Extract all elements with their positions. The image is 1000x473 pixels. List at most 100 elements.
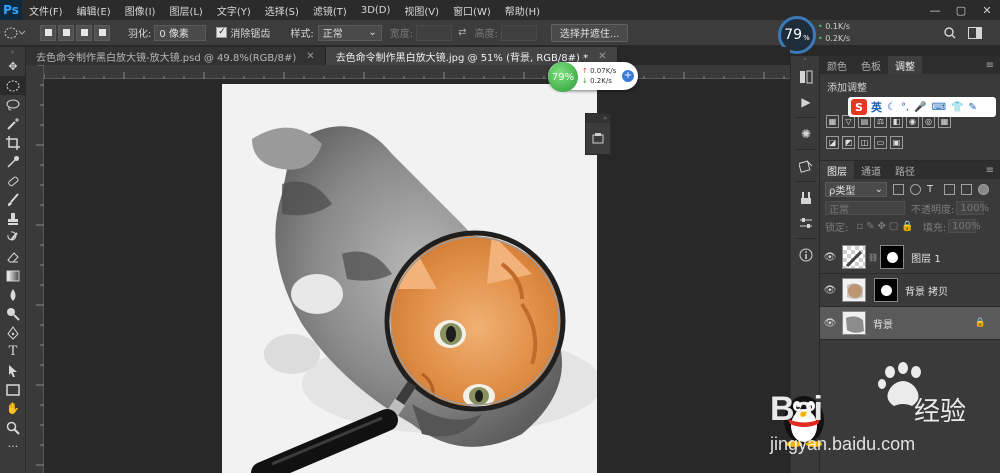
fill-input[interactable]: 100% — [948, 219, 981, 233]
threshold-adjustment-icon[interactable]: ◫ — [858, 136, 871, 149]
eraser-tool-icon[interactable] — [0, 247, 26, 266]
type-tool-icon[interactable]: T — [0, 342, 26, 361]
tab-layers[interactable]: 图层 — [820, 161, 854, 179]
clone-stamp-tool-icon[interactable] — [0, 209, 26, 228]
menu-edit[interactable]: 编辑(E) — [70, 3, 118, 18]
blend-mode-select[interactable]: 正常 — [825, 201, 905, 216]
subtract-selection-icon[interactable] — [76, 24, 92, 41]
pen-tool-icon[interactable] — [0, 323, 26, 342]
tab-swatches[interactable]: 色板 — [854, 56, 888, 74]
tool-presets-icon[interactable] — [791, 185, 821, 210]
menu-layer[interactable]: 图层(L) — [162, 3, 209, 18]
lock-options-icon[interactable]: ▫✎✥▢🔒 — [856, 221, 916, 232]
info-panel-icon[interactable] — [791, 242, 821, 267]
maximize-icon[interactable]: ▢ — [948, 0, 974, 20]
opacity-input[interactable]: 100% — [956, 201, 989, 215]
toolbar-grip-icon[interactable]: » — [0, 47, 25, 57]
gradient-map-adjustment-icon[interactable]: ▭ — [874, 136, 887, 149]
menu-view[interactable]: 视图(V) — [397, 3, 446, 18]
smart-object-filter-icon[interactable] — [961, 183, 972, 195]
menu-image[interactable]: 图像(I) — [118, 3, 163, 18]
actions-panel-icon[interactable]: ▶ — [791, 89, 821, 114]
tab-color[interactable]: 颜色 — [820, 56, 854, 74]
blur-tool-icon[interactable] — [0, 285, 26, 304]
shape-filter-icon[interactable] — [944, 183, 955, 195]
close-tab-icon[interactable]: ✕ — [598, 51, 606, 62]
lasso-tool-icon[interactable] — [0, 95, 26, 114]
gradient-tool-icon[interactable] — [0, 266, 26, 285]
close-tab-icon[interactable]: ✕ — [306, 51, 314, 62]
plus-icon[interactable]: + — [622, 70, 634, 82]
layer-mask-thumbnail[interactable] — [880, 245, 905, 269]
brush-settings-icon[interactable]: ✺ — [791, 121, 821, 146]
style-select[interactable]: 正常 ⌄ — [317, 24, 382, 41]
tab-paths[interactable]: 路径 — [888, 161, 922, 179]
height-input[interactable] — [500, 24, 537, 41]
history-panel-icon[interactable] — [791, 64, 821, 89]
zoom-tool-icon[interactable] — [0, 418, 26, 437]
eye-icon[interactable]: 👁 — [820, 285, 840, 296]
clone-source-icon[interactable] — [791, 153, 821, 178]
sogou-logo-icon[interactable]: S — [851, 99, 867, 115]
workspace-icon[interactable] — [968, 26, 982, 39]
brush-tool-icon[interactable] — [0, 190, 26, 209]
search-icon[interactable] — [944, 26, 956, 39]
properties-panel-icon[interactable] — [586, 123, 610, 153]
lock-icon[interactable]: 🔒 — [975, 318, 986, 328]
adjustments-sliders-icon[interactable] — [791, 210, 821, 235]
microphone-icon[interactable]: 🎤 — [914, 102, 926, 113]
cpu-floating-widget[interactable]: 79% ↑ 0.07K/s ↓ 0.2K/s + — [548, 62, 638, 92]
layer-filter-select[interactable]: ρ类型 ⌄ — [825, 181, 887, 197]
layer-row[interactable]: 👁 背景 🔒 — [820, 307, 1000, 340]
layer-mask-thumbnail[interactable] — [874, 278, 898, 302]
eye-icon[interactable]: 👁 — [820, 318, 840, 329]
levels-adjustment-icon[interactable]: ▦ — [826, 115, 839, 128]
more-tools-icon[interactable]: ··· — [0, 437, 26, 456]
hand-tool-icon[interactable]: ✋ — [0, 399, 26, 418]
crop-tool-icon[interactable] — [0, 133, 26, 152]
moon-icon[interactable]: ☾ — [887, 102, 896, 113]
menu-window[interactable]: 窗口(W) — [446, 3, 498, 18]
antialias-checkbox[interactable]: ✓ — [216, 27, 228, 38]
type-filter-icon[interactable]: T — [927, 184, 938, 195]
eyedropper-tool-icon[interactable] — [0, 152, 26, 171]
menu-help[interactable]: 帮助(H) — [498, 3, 547, 18]
tool-preset-picker[interactable] — [4, 26, 26, 40]
minimize-icon[interactable]: — — [922, 0, 948, 20]
magic-wand-tool-icon[interactable] — [0, 114, 26, 133]
menu-3d[interactable]: 3D(D) — [354, 5, 398, 16]
layer-row[interactable]: 👁 ⛓ 图层 1 — [820, 241, 1000, 274]
punctuation-icon[interactable]: °, — [901, 102, 909, 113]
strip-grip-icon[interactable]: « — [791, 56, 819, 64]
eye-icon[interactable]: 👁 — [820, 252, 840, 263]
history-brush-tool-icon[interactable] — [0, 228, 26, 247]
menu-file[interactable]: 文件(F) — [22, 3, 70, 18]
width-input[interactable] — [416, 24, 453, 41]
ime-language-toggle[interactable]: 英 — [871, 99, 882, 115]
tab-channels[interactable]: 通道 — [854, 161, 888, 179]
expand-panel-icon[interactable]: » — [586, 114, 610, 123]
skin-shirt-icon[interactable]: 👕 — [951, 102, 963, 113]
invert-adjustment-icon[interactable]: ◪ — [826, 136, 839, 149]
path-selection-tool-icon[interactable] — [0, 361, 26, 380]
healing-brush-tool-icon[interactable] — [0, 171, 26, 190]
close-icon[interactable]: ✕ — [974, 0, 1000, 20]
tools-wrench-icon[interactable]: ✎ — [969, 102, 977, 113]
feather-input[interactable]: 0 像素 — [154, 24, 207, 41]
posterize-adjustment-icon[interactable]: ◩ — [842, 136, 855, 149]
intersect-selection-icon[interactable] — [94, 24, 110, 41]
tab-adjustments[interactable]: 调整 — [888, 56, 922, 74]
tab-magnifier-psd[interactable]: 去色命令制作黑白放大镜-放大镜.psd @ 49.8%(RGB/8#) ✕ — [26, 47, 326, 65]
menu-select[interactable]: 选择(S) — [258, 3, 306, 18]
layers-panel-menu-icon[interactable]: ≡ — [986, 165, 1000, 176]
new-selection-icon[interactable] — [40, 24, 56, 41]
menu-type[interactable]: 文字(Y) — [210, 3, 258, 18]
pixel-filter-icon[interactable] — [893, 183, 904, 195]
move-tool-icon[interactable]: ✥ — [0, 57, 26, 76]
layer-row[interactable]: 👁 背景 拷贝 — [820, 274, 1000, 307]
swap-icon[interactable]: ⇄ — [458, 27, 466, 38]
adjustment-filter-icon[interactable] — [910, 183, 921, 195]
document-canvas-image[interactable] — [222, 84, 597, 473]
panel-menu-icon[interactable]: ≡ — [986, 60, 1000, 71]
menu-filter[interactable]: 滤镜(T) — [306, 3, 354, 18]
